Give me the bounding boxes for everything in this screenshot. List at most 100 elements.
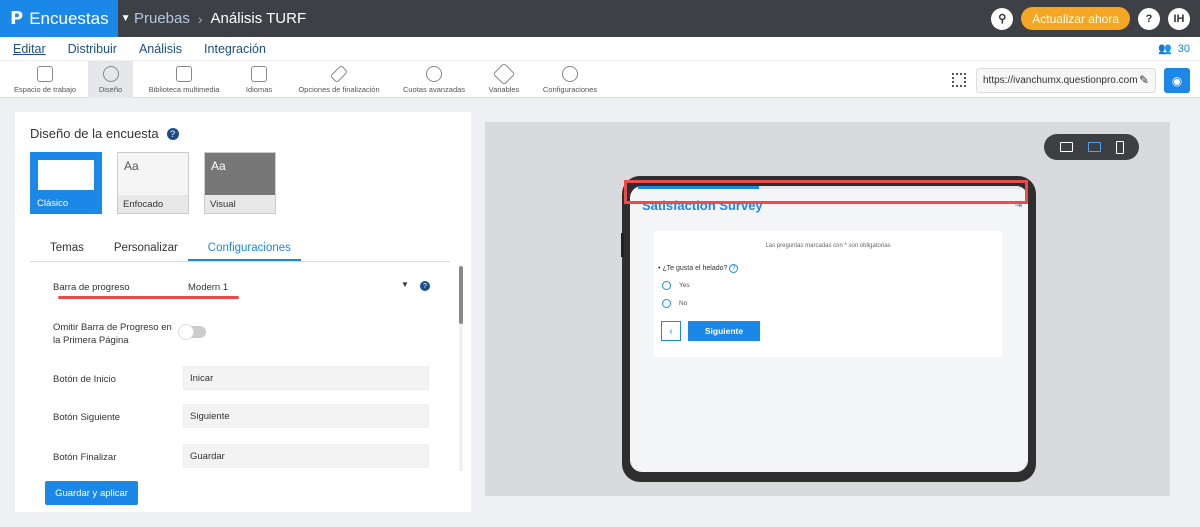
question-text: • ¿Te gusta el helado? ?: [658, 264, 739, 273]
tab-personalizar[interactable]: Personalizar: [94, 238, 188, 261]
survey-url[interactable]: https://ivanchumx.questionpro.com ✎: [976, 68, 1156, 93]
back-button[interactable]: ‹: [661, 321, 681, 341]
qr-icon[interactable]: [952, 73, 966, 87]
menu-analisis[interactable]: Análisis: [139, 42, 182, 56]
workspace-icon: [37, 66, 53, 82]
mobile-icon[interactable]: [1115, 140, 1124, 154]
tool-label: Cuotas avanzadas: [402, 85, 466, 94]
help-icon[interactable]: ?: [1138, 7, 1160, 30]
desktop-icon[interactable]: [1059, 142, 1073, 152]
omit-progress-label-2: la Primera Página: [53, 335, 129, 346]
menu-distribuir[interactable]: Distribuir: [68, 42, 117, 56]
device-selector: [1044, 134, 1139, 160]
tool-label: Idiomas: [245, 85, 273, 94]
required-note: Las preguntas marcadas con * son obligat…: [765, 243, 891, 249]
tool-label: Espacio de trabajo: [13, 85, 77, 94]
tag-icon: [492, 62, 516, 86]
next-button-field[interactable]: Siguiente: [183, 404, 429, 428]
avatar[interactable]: IH: [1168, 7, 1190, 30]
toggle-knob: [178, 324, 194, 340]
menu-editar[interactable]: Editar: [13, 42, 46, 56]
tool-workspace[interactable]: Espacio de trabajo: [6, 61, 84, 98]
translate-icon: [251, 66, 267, 82]
brand-logo: P: [10, 8, 24, 29]
progress-bar-label: Barra de progreso: [53, 282, 130, 293]
theme-visual[interactable]: Aa Visual: [204, 152, 276, 214]
menu-integracion[interactable]: Integración: [204, 42, 266, 56]
tablet-side-button: [621, 233, 624, 257]
main-menu: Editar Distribuir Análisis Integración: [0, 37, 1200, 60]
panel-title-row: Diseño de la encuesta ?: [30, 126, 179, 141]
chevron-down-icon: ▼: [120, 13, 131, 24]
tool-quotas[interactable]: Cuotas avanzadas: [398, 61, 470, 98]
omit-progress-toggle[interactable]: [178, 324, 206, 340]
help-icon[interactable]: ?: [166, 127, 179, 140]
tablet-screen: Satisfaction Survey ⇥ Las preguntas marc…: [630, 186, 1028, 472]
save-apply-button[interactable]: Guardar y aplicar: [45, 481, 138, 505]
collaborators[interactable]: 👥 30: [1158, 42, 1190, 56]
tablet-frame: Satisfaction Survey ⇥ Las preguntas marc…: [622, 176, 1036, 482]
tool-label: Opciones de finalización: [298, 85, 380, 94]
scrollbar[interactable]: [459, 266, 463, 471]
next-button-label: Botón Siguiente: [53, 412, 121, 423]
breadcrumb: Pruebas › Análisis TURF: [134, 10, 306, 27]
search-icon[interactable]: ⚲: [991, 7, 1014, 30]
tab-configuraciones[interactable]: Configuraciones: [187, 238, 301, 261]
product-switcher[interactable]: P Encuestas ▼: [0, 0, 131, 37]
theme-label: Visual: [205, 195, 275, 213]
question-label: • ¿Te gusta el helado?: [658, 265, 728, 272]
tool-label: Configuraciones: [542, 85, 598, 94]
start-button-field[interactable]: Inicar: [183, 366, 429, 390]
tool-end-options[interactable]: Opciones de finalización: [292, 61, 386, 98]
option-label: Yes: [679, 282, 690, 289]
help-icon[interactable]: ?: [729, 264, 739, 273]
preview-eye-icon[interactable]: ◉: [1164, 68, 1190, 93]
upgrade-button[interactable]: Actualizar ahora: [1021, 7, 1130, 30]
next-button[interactable]: Siguiente: [688, 321, 760, 341]
tool-design[interactable]: Diseño: [88, 61, 133, 98]
survey-url-text: https://ivanchumx.questionpro.com: [983, 75, 1138, 86]
theme-focused[interactable]: Aa Enfocado: [117, 152, 189, 214]
theme-label: Clásico: [32, 194, 100, 212]
help-icon[interactable]: ?: [420, 281, 430, 291]
finish-button-field[interactable]: Guardar: [183, 444, 429, 468]
image-icon: [176, 66, 192, 82]
tool-media[interactable]: Biblioteca multimedia: [140, 61, 228, 98]
tool-label: Variables: [488, 85, 520, 94]
users-icon: 👥: [1158, 43, 1172, 55]
wand-icon: [329, 64, 349, 84]
design-panel: Diseño de la encuesta ? Clásico Aa Enfoc…: [15, 112, 471, 512]
tablet-icon[interactable]: [1087, 142, 1101, 152]
progress-bar-select[interactable]: Modern 1: [188, 282, 228, 293]
preview-panel: Satisfaction Survey ⇥ Las preguntas marc…: [485, 122, 1170, 496]
pencil-icon[interactable]: ✎: [1139, 73, 1149, 87]
option-label: No: [679, 300, 688, 307]
option-no[interactable]: No: [662, 299, 687, 308]
omit-progress-label: Omitir Barra de Progreso en: [53, 322, 172, 333]
top-bar: P Encuestas ▼ Pruebas › Análisis TURF ⚲ …: [0, 0, 1200, 37]
tool-label: Diseño: [98, 85, 123, 94]
scrollbar-thumb[interactable]: [459, 266, 463, 324]
caret-down-icon[interactable]: ▼: [401, 280, 409, 289]
tool-settings[interactable]: Configuraciones: [538, 61, 602, 98]
tab-temas[interactable]: Temas: [30, 238, 94, 261]
radio-icon: [662, 299, 671, 308]
option-yes[interactable]: Yes: [662, 281, 690, 290]
design-tabs: Temas Personalizar Configuraciones: [30, 238, 450, 262]
theme-preview: Aa: [124, 159, 139, 173]
annotation-underline: [58, 296, 239, 299]
theme-label: Enfocado: [118, 195, 188, 213]
annotation-highlight-box: [624, 180, 1028, 204]
gear-icon: [562, 66, 578, 82]
product-name: Encuestas: [29, 8, 109, 28]
link-icon: [426, 66, 442, 82]
start-button-label: Botón de Inicio: [53, 374, 116, 385]
theme-preview: Aa: [211, 159, 226, 173]
breadcrumb-folder[interactable]: Pruebas: [134, 10, 190, 27]
radio-icon: [662, 281, 671, 290]
collaborators-count: 30: [1177, 42, 1190, 55]
theme-classic[interactable]: Clásico: [30, 152, 102, 214]
tool-variables[interactable]: Variables: [482, 61, 526, 98]
tool-languages[interactable]: Idiomas: [236, 61, 282, 98]
palette-icon: [102, 66, 119, 82]
